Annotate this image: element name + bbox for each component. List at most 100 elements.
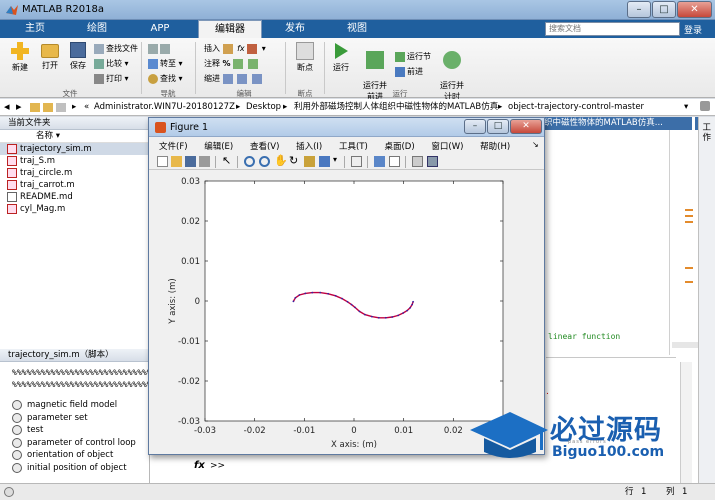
menu-window[interactable]: 窗口(W) — [431, 142, 463, 152]
file-item[interactable]: traj_carrot.m — [0, 179, 149, 191]
tab-view[interactable]: 视图 — [332, 20, 382, 38]
find-button[interactable]: 查找 ▾ — [148, 73, 183, 85]
section-item[interactable]: test — [0, 424, 149, 437]
login-link[interactable]: 登录 — [684, 23, 702, 36]
save-button[interactable]: 保存 — [64, 42, 92, 71]
section-item[interactable]: magnetic field model — [0, 399, 149, 412]
file-item[interactable]: trajectory_sim.m — [0, 143, 149, 155]
minimize-button[interactable]: – — [627, 1, 651, 18]
path-dropdown-icon[interactable]: ▾ — [684, 99, 688, 115]
x-tick-label: 0 — [351, 426, 356, 436]
current-folder-header: 当前文件夹 — [0, 117, 149, 130]
run-section-button[interactable]: 运行节 — [395, 51, 431, 63]
browse-folder-icon[interactable] — [43, 103, 53, 112]
path-segment[interactable]: 利用外部磁场控制人体组织中磁性物体的MATLAB仿真 — [294, 99, 498, 115]
search-documentation-input[interactable]: 搜索文档 — [545, 22, 680, 36]
section-icon — [12, 462, 22, 473]
m-file-icon — [7, 168, 17, 178]
nav-arrows[interactable] — [148, 43, 172, 55]
path-options-icon[interactable] — [700, 101, 710, 111]
tab-publish[interactable]: 发布 — [270, 20, 320, 38]
trajectory-point — [319, 291, 322, 294]
data-cursor-icon[interactable] — [304, 156, 315, 167]
menu-help[interactable]: 帮助(H) — [480, 142, 510, 152]
close-button[interactable]: ✕ — [677, 1, 712, 18]
trajectory-point — [397, 314, 400, 317]
figure-minimize-button[interactable]: – — [464, 119, 486, 134]
path-segment[interactable]: object-trajectory-control-master — [508, 99, 644, 115]
file-item[interactable]: traj_S.m — [0, 155, 149, 167]
pointer-icon[interactable]: ↖ — [222, 154, 231, 167]
forward-arrow-icon[interactable]: ▸ — [16, 99, 22, 115]
insert-button[interactable]: 插入 fx ▾ — [204, 43, 266, 55]
section-item[interactable]: initial position of object — [0, 462, 149, 475]
section-item[interactable]: parameter of control loop — [0, 437, 149, 450]
outdent-icon — [237, 73, 248, 84]
advance-button[interactable]: 前进 — [395, 66, 423, 78]
print-figure-icon[interactable] — [199, 156, 210, 167]
brush-dropdown-icon[interactable]: ▾ — [333, 155, 337, 164]
window-title-bar: MATLAB R2018a – □ ✕ — [0, 0, 715, 20]
workspace-side-tab[interactable]: 工作 — [698, 117, 715, 483]
maximize-button[interactable]: □ — [652, 1, 676, 18]
file-item[interactable]: README.md — [0, 191, 149, 203]
goto-button[interactable]: 转至 ▾ — [148, 58, 183, 70]
trajectory-point — [311, 291, 314, 294]
brush-icon[interactable] — [319, 156, 330, 167]
function-browser-icon[interactable]: fx — [194, 460, 205, 471]
new-figure-icon[interactable] — [157, 156, 168, 167]
print-button[interactable]: 打印 ▾ — [94, 73, 129, 85]
new-button[interactable]: 新建 — [6, 42, 34, 73]
menu-tools[interactable]: 工具(T) — [339, 142, 368, 152]
tab-plots[interactable]: 绘图 — [72, 20, 122, 38]
figure-window[interactable]: Figure 1 – □ ✕ 文件(F) 编辑(E) 查看(V) 插入(I) 工… — [148, 117, 545, 455]
path-segment[interactable]: Administrator.WIN7U-20180127Z — [94, 99, 235, 115]
breakpoint-button[interactable]: 断点 — [290, 42, 320, 73]
figure-maximize-button[interactable]: □ — [487, 119, 509, 134]
current-folder-path-bar[interactable]: ◂ ▸ ▸ « Administrator.WIN7U-20180127Z ▸ … — [0, 99, 715, 116]
open-button[interactable]: 打开 — [36, 42, 64, 71]
find-files-button[interactable]: 查找文件 — [94, 43, 138, 55]
menu-dock-arrow-icon[interactable]: ↘ — [532, 140, 539, 149]
name-column-header[interactable]: 名称 ▾ — [0, 130, 149, 143]
file-item[interactable]: traj_circle.m — [0, 167, 149, 179]
menu-file[interactable]: 文件(F) — [159, 142, 188, 152]
colorbar-icon[interactable] — [374, 156, 385, 167]
link-plot-icon[interactable] — [351, 156, 362, 167]
trajectory-point — [327, 292, 330, 295]
compare-button[interactable]: 比较 ▾ — [94, 58, 129, 70]
command-prompt[interactable]: >> — [210, 461, 225, 471]
new-plus-icon — [11, 42, 29, 60]
show-plot-tools-icon[interactable] — [427, 156, 438, 167]
run-button[interactable]: 运行 — [327, 42, 355, 73]
legend-icon[interactable] — [389, 156, 400, 167]
section-list: magnetic field model parameter set test … — [0, 399, 149, 474]
section-icon — [12, 425, 22, 435]
comment-button[interactable]: 注释 % — [204, 58, 260, 70]
rotate-3d-icon[interactable]: ↻ — [289, 154, 298, 167]
tab-editor[interactable]: 编辑器 — [198, 20, 262, 39]
back-arrow-icon[interactable]: ◂ — [4, 99, 10, 115]
menu-view[interactable]: 查看(V) — [250, 142, 279, 152]
file-item[interactable]: cyl_Mag.m — [0, 203, 149, 215]
menu-edit[interactable]: 编辑(E) — [204, 142, 233, 152]
indent-button[interactable]: 缩进 — [204, 73, 264, 85]
pan-hand-icon[interactable]: ✋ — [274, 154, 288, 167]
section-item[interactable]: parameter set — [0, 412, 149, 425]
menu-insert[interactable]: 插入(I) — [296, 142, 322, 152]
path-segment[interactable]: Desktop — [246, 99, 281, 115]
menu-desktop[interactable]: 桌面(D) — [384, 142, 414, 152]
editor-tab[interactable]: 织中磁性物体的MATLAB仿真... — [540, 117, 692, 130]
open-file-icon[interactable] — [171, 156, 182, 167]
hide-plot-tools-icon[interactable] — [412, 156, 423, 167]
tab-apps[interactable]: APP — [135, 20, 185, 38]
folder-icon[interactable] — [30, 103, 40, 112]
zoom-out-icon[interactable] — [259, 156, 270, 167]
up-folder-icon[interactable] — [56, 103, 66, 112]
tab-home[interactable]: 主页 — [10, 20, 60, 38]
indent-icon — [222, 73, 233, 84]
section-item[interactable]: orientation of object — [0, 449, 149, 462]
figure-close-button[interactable]: ✕ — [510, 119, 542, 134]
save-figure-icon[interactable] — [185, 156, 196, 167]
zoom-in-icon[interactable] — [244, 156, 255, 167]
